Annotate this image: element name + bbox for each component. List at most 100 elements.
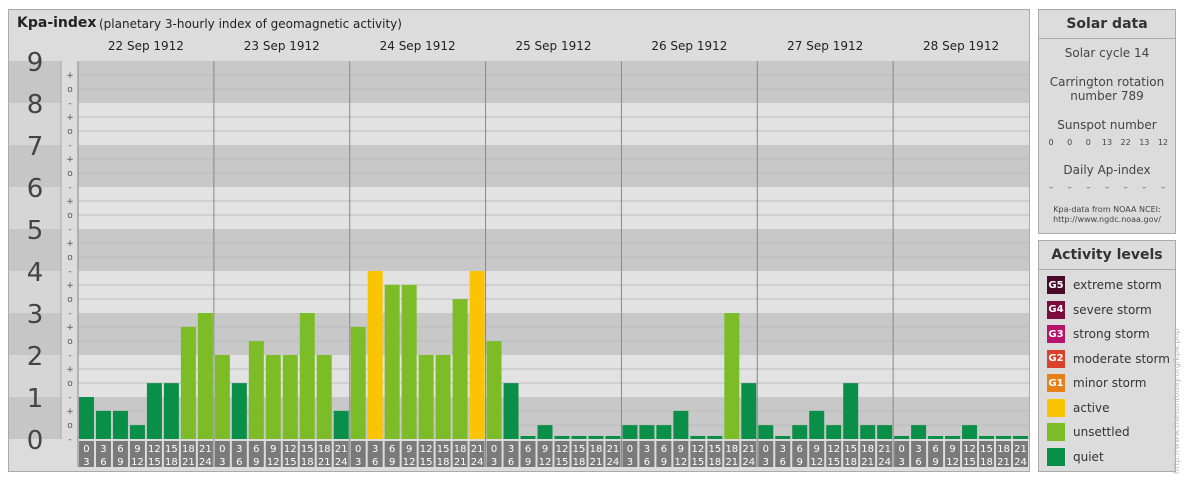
plot-band bbox=[78, 187, 1029, 229]
carrington-rotation-label: Carrington rotation bbox=[1049, 75, 1165, 89]
interval-end-label: 21 bbox=[590, 457, 603, 468]
kp-bar bbox=[860, 425, 876, 439]
y-minor-tick: + bbox=[66, 197, 74, 207]
y-minor-tick: o bbox=[67, 421, 73, 431]
interval-end-label: 12 bbox=[403, 457, 416, 468]
activity-level-label: extreme storm bbox=[1073, 278, 1162, 292]
kp-bar bbox=[1013, 436, 1028, 439]
sunspot-value: 13 bbox=[1101, 138, 1113, 147]
interval-start-label: 18 bbox=[861, 444, 874, 455]
plot-band bbox=[78, 103, 1029, 145]
activity-level-swatch: G2 bbox=[1047, 349, 1065, 368]
y-minor-tick: - bbox=[68, 267, 71, 277]
kp-bar bbox=[452, 299, 468, 439]
plot-band bbox=[78, 61, 1029, 103]
y-minor-tick: o bbox=[67, 85, 73, 95]
y-major-tick: 7 bbox=[27, 132, 44, 162]
kp-bar bbox=[605, 436, 621, 439]
kp-bar bbox=[197, 313, 213, 439]
ap-index-values: – – – – – – – bbox=[1043, 183, 1171, 192]
sunspot-value: 22 bbox=[1120, 138, 1131, 147]
interval-start-label: 3 bbox=[644, 444, 650, 455]
activity-level-label: unsettled bbox=[1073, 425, 1130, 439]
y-minor-tick: o bbox=[67, 295, 73, 305]
kp-bar bbox=[384, 284, 400, 439]
interval-start-label: 12 bbox=[963, 444, 976, 455]
interval-start-label: 3 bbox=[508, 444, 514, 455]
y-minor-tick: + bbox=[66, 323, 74, 333]
interval-end-label: 18 bbox=[844, 457, 857, 468]
interval-start-label: 9 bbox=[949, 444, 955, 455]
ap-index-value: – bbox=[1086, 183, 1091, 192]
interval-start-label: 0 bbox=[627, 444, 633, 455]
y-minor-tick: + bbox=[66, 281, 74, 291]
kp-bar bbox=[112, 410, 128, 439]
interval-start-label: 21 bbox=[471, 444, 484, 455]
interval-end-label: 21 bbox=[182, 457, 195, 468]
interval-start-label: 6 bbox=[797, 444, 803, 455]
interval-end-label: 12 bbox=[539, 457, 552, 468]
interval-end-label: 9 bbox=[797, 457, 803, 468]
plot-band bbox=[78, 313, 1029, 355]
activity-level-swatch: G4 bbox=[1047, 300, 1065, 319]
kp-bar bbox=[265, 355, 281, 439]
y-minor-tick: o bbox=[67, 253, 73, 263]
y-minor-tick: - bbox=[68, 435, 71, 445]
ap-index-value: – bbox=[1123, 183, 1128, 192]
kp-bar bbox=[350, 326, 366, 439]
interval-end-label: 24 bbox=[199, 457, 212, 468]
interval-start-label: 9 bbox=[678, 444, 684, 455]
kp-bar bbox=[554, 436, 570, 439]
kp-bar bbox=[333, 410, 349, 439]
interval-start-label: 21 bbox=[335, 444, 348, 455]
solar-data-panel: Solar data Solar cycle 14 Carrington rot… bbox=[1038, 9, 1176, 234]
kp-bar bbox=[503, 383, 519, 439]
activity-level-item: G1 minor storm bbox=[1047, 373, 1146, 393]
y-minor-tick: - bbox=[68, 351, 71, 361]
interval-end-label: 12 bbox=[267, 457, 280, 468]
y-minor-tick: - bbox=[68, 141, 71, 151]
interval-end-label: 15 bbox=[420, 457, 433, 468]
kp-bar bbox=[741, 383, 757, 439]
interval-start-label: 0 bbox=[763, 444, 769, 455]
kp-bar bbox=[435, 355, 451, 439]
y-minor-tick: - bbox=[68, 309, 71, 319]
y-minor-tick: - bbox=[68, 183, 71, 193]
kp-bar bbox=[945, 436, 961, 439]
y-minor-tick: + bbox=[66, 239, 74, 249]
interval-end-label: 9 bbox=[389, 457, 395, 468]
kpa-bar-chart: -o+-o+-o+-o+-o+-o+-o+-o+-o+012345678922 … bbox=[9, 39, 1029, 468]
interval-start-label: 21 bbox=[1014, 444, 1027, 455]
interval-end-label: 15 bbox=[148, 457, 161, 468]
interval-end-label: 9 bbox=[525, 457, 531, 468]
interval-end-label: 6 bbox=[915, 457, 921, 468]
day-label: 25 Sep 1912 bbox=[515, 39, 591, 53]
activity-level-swatch bbox=[1047, 423, 1065, 441]
kp-bar bbox=[163, 383, 179, 439]
interval-end-label: 18 bbox=[437, 457, 450, 468]
activity-level-item: G5 extreme storm bbox=[1047, 275, 1162, 295]
interval-start-label: 15 bbox=[301, 444, 314, 455]
source-link[interactable]: http://www.ngdc.noaa.gov/ bbox=[1039, 215, 1175, 225]
y-minor-tick: o bbox=[67, 211, 73, 221]
interval-start-label: 21 bbox=[199, 444, 212, 455]
kp-bar bbox=[180, 326, 196, 439]
interval-end-label: 3 bbox=[763, 457, 769, 468]
interval-start-label: 0 bbox=[898, 444, 904, 455]
interval-start-label: 3 bbox=[100, 444, 106, 455]
interval-end-label: 6 bbox=[508, 457, 514, 468]
interval-start-label: 0 bbox=[219, 444, 225, 455]
y-minor-tick: - bbox=[68, 225, 71, 235]
y-minor-tick: o bbox=[67, 169, 73, 179]
kp-bar bbox=[928, 436, 944, 439]
kp-bar bbox=[129, 425, 145, 439]
day-label: 27 Sep 1912 bbox=[787, 39, 863, 53]
y-minor-tick: + bbox=[66, 71, 74, 81]
kp-bar bbox=[962, 425, 978, 439]
interval-end-label: 6 bbox=[100, 457, 106, 468]
interval-start-label: 18 bbox=[454, 444, 467, 455]
activity-level-swatch: G3 bbox=[1047, 325, 1065, 343]
interval-end-label: 24 bbox=[335, 457, 348, 468]
interval-end-label: 21 bbox=[861, 457, 874, 468]
kp-bar bbox=[877, 425, 893, 439]
